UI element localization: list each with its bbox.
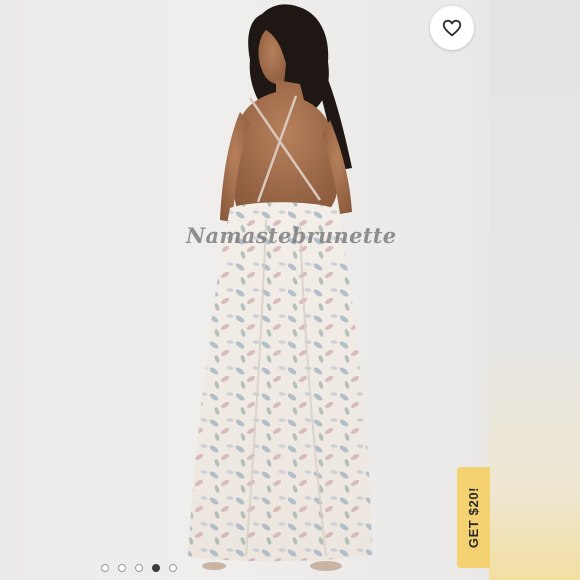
- pager-dot-2[interactable]: [118, 564, 126, 572]
- pager-dot-3[interactable]: [135, 564, 143, 572]
- side-panel-background: [489, 0, 580, 580]
- pager-dot-1[interactable]: [101, 564, 109, 572]
- like-button[interactable]: [430, 6, 474, 50]
- promo-label: GET $20!: [466, 486, 481, 549]
- watermark-text: Namastebrunette: [186, 223, 397, 248]
- pager-dot-5[interactable]: [169, 564, 177, 572]
- pager-dot-4-active[interactable]: [152, 564, 160, 572]
- get-20-promo-tab[interactable]: GET $20!: [457, 467, 490, 568]
- product-image-viewer[interactable]: Namastebrunette: [0, 0, 489, 580]
- product-photo: [188, 4, 372, 571]
- heart-outline-icon: [442, 19, 462, 37]
- image-pager: [101, 564, 177, 572]
